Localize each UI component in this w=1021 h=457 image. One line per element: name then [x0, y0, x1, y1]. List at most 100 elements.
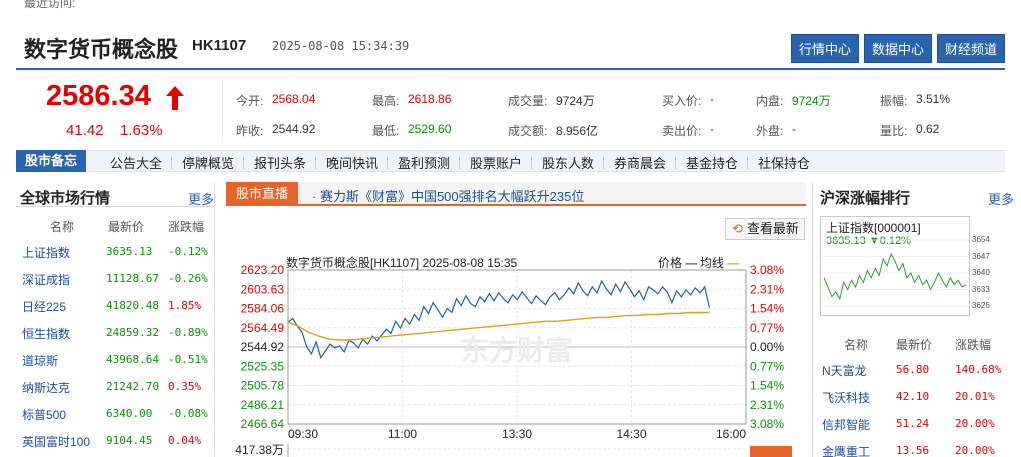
quote-field-label: 内盘: — [756, 94, 784, 108]
quote-divider — [222, 82, 223, 140]
memo-nav-separator — [603, 157, 604, 169]
memo-nav-item[interactable]: 晚间快讯 — [326, 153, 378, 172]
quote-field-label: 买入价: — [662, 94, 702, 108]
intraday-chart[interactable]: 东方财富 2623.20 3.08% 2603.63 2.31% 2584.06 1.54%… — [226, 262, 796, 457]
y-tick-label: 2564.49 — [241, 321, 285, 335]
y-tick-label: 2486.21 — [241, 398, 285, 412]
left-panel-border — [214, 182, 215, 457]
quote-field-label: 卖出价: — [662, 124, 702, 138]
global-market-title: 全球市场行情 — [20, 190, 111, 207]
stock-code: HK1107 — [192, 37, 247, 54]
quote-field-label: 外盘: — [756, 124, 784, 138]
memo-nav-item[interactable]: 报刊头条 — [254, 153, 306, 172]
quote-field-value: 2544.92 — [272, 122, 316, 136]
finance-channel-button[interactable]: 财经频道 — [936, 34, 1005, 63]
pct-tick-label: 3.08% — [750, 417, 784, 431]
page-root: 最近访问: 数字货币概念股 HK1107 2025-08-08 15:34:39… — [0, 0, 1021, 457]
mini-y-tick: 3654 — [972, 235, 990, 244]
market-row-pct: 1.85% — [168, 299, 202, 312]
ranking-row-name[interactable]: N天富龙 — [822, 362, 867, 379]
x-tick-label: 09:30 — [288, 427, 318, 441]
market-row-price: 11128.67 — [106, 272, 159, 285]
quote-field-value: 9724万 — [556, 94, 595, 108]
header-divider — [16, 68, 1005, 70]
data-center-button[interactable]: 数据中心 — [863, 34, 932, 63]
memo-nav-separator — [747, 157, 748, 169]
memo-nav-item[interactable]: 停牌概览 — [182, 153, 234, 172]
market-row-pct: -0.12% — [168, 245, 208, 258]
x-tick-label: 14:30 — [616, 427, 646, 441]
market-row-price: 9104.45 — [106, 434, 153, 447]
y-tick-label: 2584.06 — [241, 302, 285, 316]
ranking-row-pct: 20.00% — [955, 417, 995, 430]
quote-field-label: 昨收: — [236, 124, 264, 138]
market-row-name[interactable]: 道琼斯 — [22, 352, 58, 369]
market-row-name[interactable]: 恒生指数 — [22, 325, 70, 342]
quote-field-value: 2529.60 — [408, 122, 452, 136]
y-tick-label: 2505.78 — [241, 379, 285, 393]
ranking-row-pct: 20.01% — [955, 390, 995, 403]
price-change-pct: 1.63% — [120, 122, 163, 139]
quote-field-value: 2618.86 — [408, 92, 452, 106]
ranking-row-name[interactable]: 飞沃科技 — [822, 389, 870, 406]
ranking-row-price: 42.10 — [896, 390, 930, 403]
page-title: 数字货币概念股 — [24, 37, 179, 62]
rank-header-pct: 涨跌幅 — [955, 338, 992, 352]
ranking-row-price: 56.80 — [896, 363, 930, 376]
ranking-row-name[interactable]: 信邦智能 — [822, 416, 870, 433]
market-row-pct: -0.89% — [168, 326, 208, 339]
memo-nav-item[interactable]: 盈利预测 — [398, 153, 450, 172]
mini-index-line — [823, 252, 967, 301]
ranking-more-link[interactable]: 更多 — [988, 189, 1014, 208]
global-market-rule — [16, 206, 214, 207]
market-row-price: 24859.32 — [106, 326, 159, 339]
market-row-price: 43968.64 — [106, 353, 159, 366]
collapse-tab-icon[interactable] — [750, 446, 792, 457]
market-center-button[interactable]: 行情中心 — [790, 34, 859, 63]
quote-field-value: - — [792, 122, 796, 136]
quote-field-label: 今开: — [236, 94, 264, 108]
quote-field-label: 最高: — [372, 94, 400, 108]
memo-nav-separator — [171, 157, 172, 169]
current-price: 2586.34 — [46, 80, 151, 112]
memo-nav-item[interactable]: 公告大全 — [110, 153, 162, 172]
quote-field-label: 最低: — [372, 124, 400, 138]
col-header-pct: 涨跌幅 — [168, 220, 205, 234]
market-row-name[interactable]: 日经225 — [22, 298, 66, 315]
market-row-name[interactable]: 纳斯达克 — [22, 379, 70, 396]
refresh-latest-button[interactable]: ⟲ 查看最新 — [725, 218, 805, 240]
market-row-pct: 0.04% — [168, 434, 202, 447]
market-row-name[interactable]: 标普500 — [22, 406, 66, 423]
live-headline-link[interactable]: · 赛力斯《财富》中国500强排名大幅跃升235位 — [312, 186, 584, 205]
quote-field-label: 成交量: — [508, 94, 548, 108]
ranking-row-name[interactable]: 金鹰重工 — [822, 443, 870, 457]
market-row-price: 3635.13 — [106, 245, 153, 258]
memo-nav-item[interactable]: 股东人数 — [542, 153, 594, 172]
market-row-name[interactable]: 上证指数 — [22, 244, 70, 261]
memo-nav-separator — [315, 157, 316, 169]
memo-nav-item[interactable]: 社保持仓 — [758, 153, 810, 172]
market-row-name[interactable]: 深证成指 — [22, 271, 70, 288]
timestamp: 2025-08-08 15:34:39 — [272, 39, 410, 53]
ranking-title: 沪深涨幅排行 — [820, 190, 911, 207]
top-nav-buttons: 行情中心 数据中心 财经频道 — [790, 34, 1005, 63]
x-tick-label: 16:00 — [716, 427, 746, 441]
quote-field-value: 9724万 — [792, 94, 831, 108]
pct-tick-label: 0.00% — [750, 340, 784, 354]
memo-nav-item[interactable]: 券商晨会 — [614, 153, 666, 172]
memo-nav-item[interactable]: 基金持仓 — [686, 153, 738, 172]
memo-nav-item[interactable]: 股票账户 — [470, 153, 522, 172]
mini-index-chart[interactable] — [822, 232, 968, 314]
market-row-name[interactable]: 英国富时100 — [22, 433, 90, 450]
market-row-pct: 0.35% — [168, 380, 202, 393]
col-header-name: 名称 — [50, 220, 75, 234]
quote-field-value: 3.51% — [916, 92, 951, 106]
memo-nav-separator — [243, 157, 244, 169]
live-tag[interactable]: 股市直播 — [226, 182, 298, 206]
memo-nav-separator — [387, 157, 388, 169]
quote-field-label: 振幅: — [880, 94, 908, 108]
memo-nav-separator — [675, 157, 676, 169]
quote-field-label: 成交额: — [508, 124, 548, 138]
pct-tick-label: 0.77% — [750, 321, 784, 335]
pct-tick-label: 2.31% — [750, 398, 784, 412]
